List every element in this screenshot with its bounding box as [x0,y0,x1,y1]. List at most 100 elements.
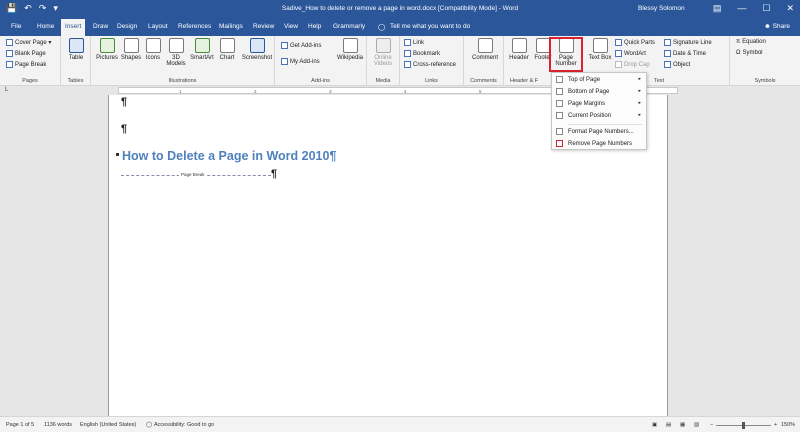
group-tables: Table Tables [61,36,91,86]
wikipedia-button[interactable]: Wikipedia [334,38,366,61]
tab-mailings[interactable]: Mailings [219,23,243,30]
ribbon-display-icon[interactable]: ▤ [713,3,722,14]
screenshot-label: Screenshot [241,55,273,61]
group-label-media: Media [375,78,391,84]
tab-design[interactable]: Design [117,23,137,30]
accessibility-status[interactable]: Accessibility: Good to go [154,422,214,428]
equation-button[interactable]: π Equation [736,39,766,45]
web-layout-icon[interactable]: ▧ [694,422,699,428]
share-button[interactable]: ☻ Share [764,23,790,30]
minimize-icon[interactable]: — [737,3,746,14]
submenu-arrow-icon: ▸ [638,88,641,94]
tab-home[interactable]: Home [37,23,54,30]
tab-file[interactable]: File [11,23,21,30]
menu-item-page-margins[interactable]: Page Margins ▸ [552,98,646,110]
tab-grammarly[interactable]: Grammarly [333,23,365,30]
tab-selector[interactable]: L [5,87,8,93]
user-name[interactable]: Blessy Solomon [638,5,685,12]
page-count[interactable]: Page 1 of 5 [6,422,34,428]
chart-icon [219,38,235,53]
ribbon: Cover Page ▾ Blank Page Page Break Pages… [0,36,800,86]
symbol-label: Symbol [742,50,763,56]
cross-reference-button[interactable]: Cross-reference [404,61,456,68]
menu-item-current-position[interactable]: Current Position ▸ [552,110,646,122]
zoom-out-button[interactable]: − [710,422,713,428]
screenshot-button[interactable]: Screenshot [240,38,274,61]
signature-line-button[interactable]: Signature Line [664,39,712,46]
language-indicator[interactable]: English (United States) [80,422,136,428]
tab-insert[interactable]: Insert [61,19,86,36]
header-button[interactable]: Header [506,38,532,61]
remove-page-numbers-icon [556,140,563,147]
menu-item-top-of-page[interactable]: Top of Page ▸ [552,74,646,86]
tell-me-search[interactable]: Tell me what you want to do [390,23,470,30]
text-box-icon [592,38,608,53]
icons-icon [145,38,161,53]
online-videos-icon [375,38,391,53]
smartart-icon [194,38,210,53]
smartart-button[interactable]: SmartArt [189,38,215,61]
page-number-menu: Top of Page ▸ Bottom of Page ▸ Page Margin… [551,72,647,150]
table-button[interactable]: Table [63,38,89,61]
tab-view[interactable]: View [284,23,298,30]
group-illustrations: Pictures Shapes Icons 3D Models SmartArt… [91,36,275,86]
zoom-in-button[interactable]: + [774,422,777,428]
submenu-arrow-icon: ▸ [638,100,641,106]
pictures-label: Pictures [96,55,118,61]
menu-item-bottom-of-page[interactable]: Bottom of Page ▸ [552,86,646,98]
tab-draw[interactable]: Draw [93,23,108,30]
document-heading[interactable]: How to Delete a Page in Word 2010¶ [122,149,336,163]
group-label-text: Text [654,78,665,84]
symbol-button[interactable]: Ω Symbol [736,50,763,56]
pictures-button[interactable]: Pictures [94,38,120,61]
tab-help[interactable]: Help [308,23,321,30]
date-time-button[interactable]: Date & Time [664,50,706,57]
smartart-label: SmartArt [190,55,214,61]
menu-label: Page Margins [568,100,606,107]
wordart-button[interactable]: WordArt [615,50,646,57]
object-icon [664,61,671,68]
pi-icon: π [736,39,741,45]
menu-label: Current Position [568,112,612,119]
group-addins: Get Add-ins My Add-ins Wikipedia Add-ins [275,36,367,86]
cross-reference-icon [404,61,411,68]
link-button[interactable]: Link [404,39,424,46]
zoom-slider-knob[interactable] [742,422,745,429]
menu-item-remove-page-numbers[interactable]: Remove Page Numbers [552,138,646,150]
get-addins-button[interactable]: Get Add-ins [281,42,321,49]
maximize-icon[interactable]: ☐ [762,3,770,14]
text-box-button[interactable]: Text Box [587,38,613,61]
my-addins-button[interactable]: My Add-ins [281,58,320,65]
group-label-tables: Tables [67,78,84,84]
page-break-marker: Page Break [121,172,271,177]
zoom-slider[interactable] [716,422,771,429]
tab-references[interactable]: References [178,23,211,30]
blank-page-button[interactable]: Blank Page [6,50,46,57]
object-button[interactable]: Object [664,61,690,68]
chart-button[interactable]: Chart [214,38,240,61]
read-mode-icon[interactable]: ▤ [666,422,671,428]
bottom-of-page-icon [556,88,563,95]
tab-layout[interactable]: Layout [148,23,168,30]
ruler-tick: 2 [254,89,257,94]
bookmark-button[interactable]: Bookmark [404,50,440,57]
tab-review[interactable]: Review [253,23,274,30]
ruler-tick: 3 [329,89,332,94]
drop-cap-button[interactable]: Drop Cap [615,61,650,68]
submenu-arrow-icon: ▸ [638,112,641,118]
online-videos-button[interactable]: Online Videos [370,38,396,67]
comment-button[interactable]: Comment [470,38,500,61]
3d-models-button[interactable]: 3D Models [163,38,189,67]
focus-mode-icon[interactable]: ▣ [652,422,657,428]
zoom-level[interactable]: 150% [781,422,795,428]
menu-label: Bottom of Page [568,88,610,95]
close-icon[interactable]: ✕ [786,3,794,14]
print-layout-icon[interactable]: ▦ [680,422,685,428]
word-count[interactable]: 1136 words [44,422,72,428]
menu-label: Remove Page Numbers [568,140,633,147]
quick-parts-button[interactable]: Quick Parts [615,39,655,46]
page-break-button[interactable]: Page Break [6,61,46,68]
menu-item-format-page-numbers[interactable]: Format Page Numbers... [552,126,646,138]
share-label: Share [772,23,790,30]
cover-page-button[interactable]: Cover Page ▾ [6,39,51,46]
